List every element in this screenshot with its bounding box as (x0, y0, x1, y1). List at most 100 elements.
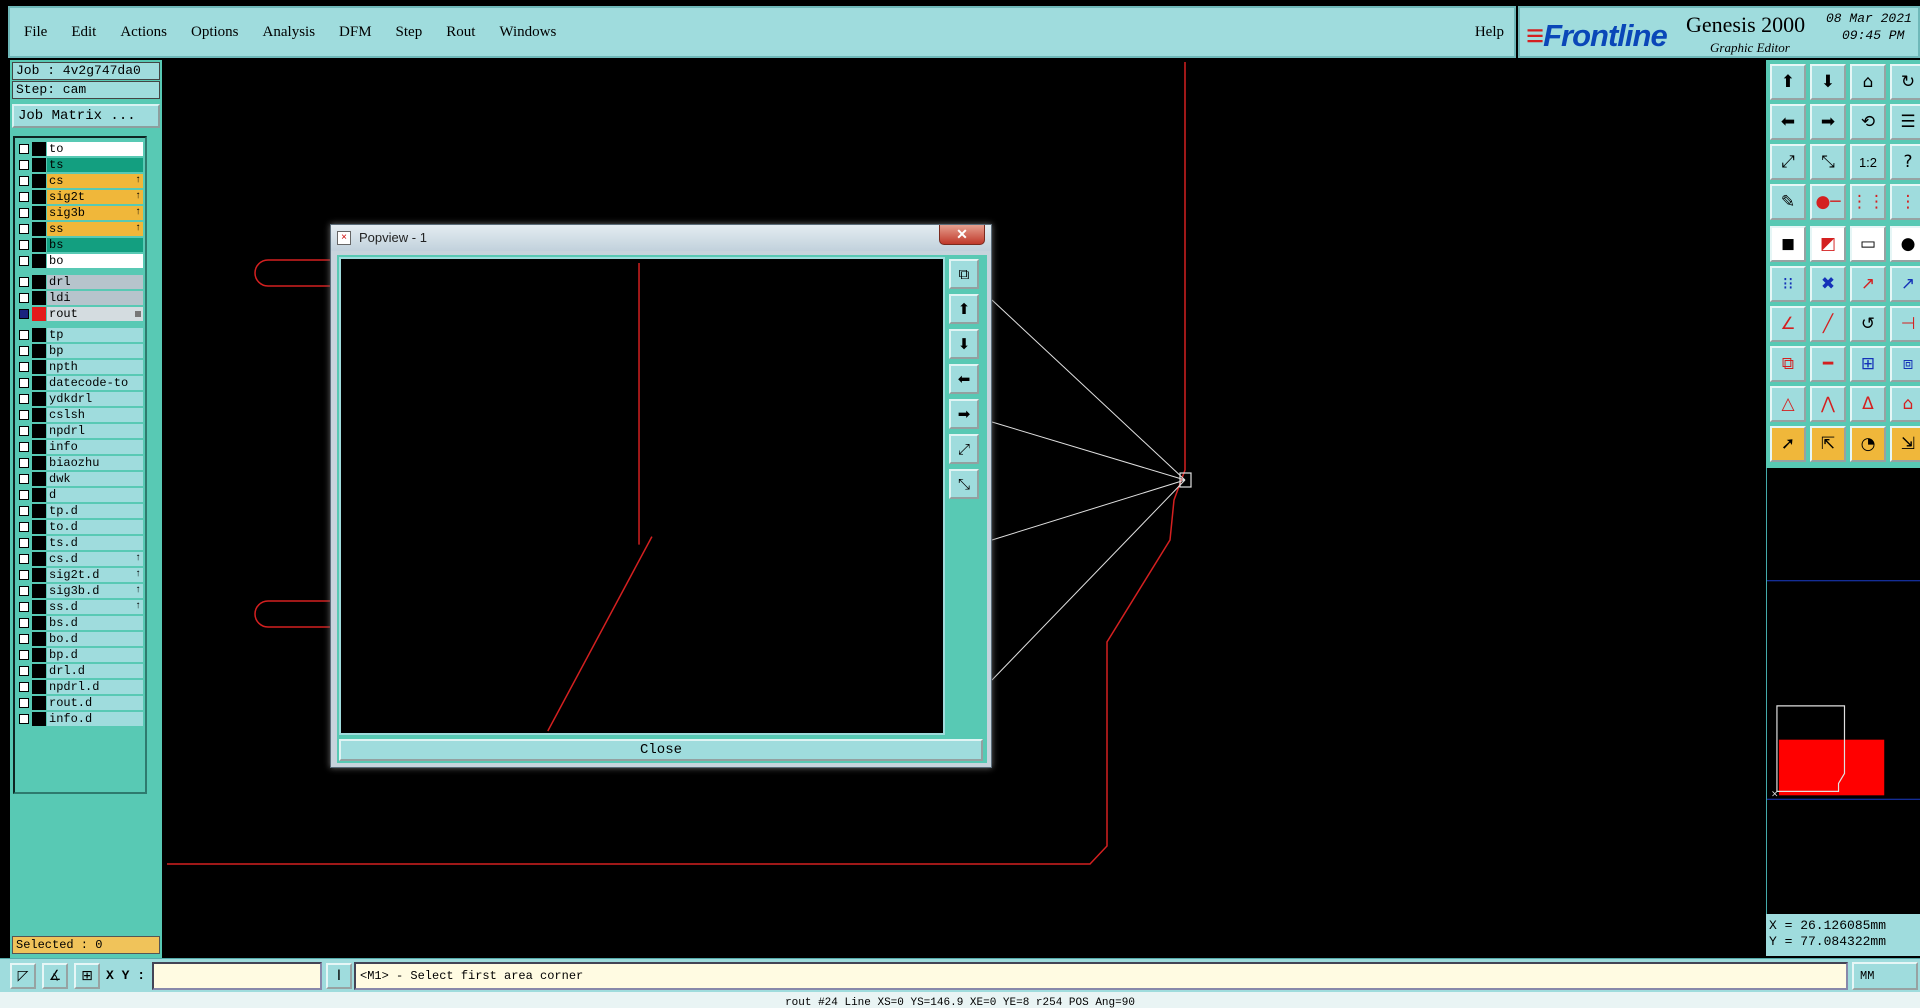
layer-color-swatch[interactable] (32, 158, 46, 172)
layer-name[interactable]: tp (47, 328, 143, 342)
overview-map[interactable]: × (1766, 468, 1920, 914)
move-icon[interactable]: ↗ (1850, 266, 1886, 302)
layer-name[interactable]: info.d (47, 712, 143, 726)
layer-row[interactable]: d (19, 488, 143, 502)
layer-checkbox[interactable] (19, 474, 29, 484)
rotate-icon[interactable]: ⟲ (1850, 104, 1886, 140)
layer-row[interactable]: ldi (19, 291, 143, 305)
peak-icon[interactable]: ⋀ (1810, 386, 1846, 422)
layer-row[interactable]: ts (19, 158, 143, 172)
help-icon[interactable]: ? (1890, 144, 1920, 180)
layer-color-swatch[interactable] (32, 488, 46, 502)
menu-rout[interactable]: Rout (446, 24, 475, 41)
units-selector[interactable]: MM (1852, 962, 1918, 990)
layer-checkbox[interactable] (19, 538, 29, 548)
link-icon[interactable]: ⁝⁝ (1770, 266, 1806, 302)
select-feature-icon[interactable]: ◼ (1770, 226, 1806, 262)
layer-checkbox[interactable] (19, 490, 29, 500)
layer-color-swatch[interactable] (32, 440, 46, 454)
layer-row[interactable]: info.d (19, 712, 143, 726)
layer-color-swatch[interactable] (32, 360, 46, 374)
layer-color-swatch[interactable] (32, 664, 46, 678)
layer-checkbox[interactable] (19, 602, 29, 612)
layer-color-swatch[interactable] (32, 238, 46, 252)
layer-checkbox[interactable] (19, 362, 29, 372)
layer-color-swatch[interactable] (32, 275, 46, 289)
layer-name[interactable]: bo.d (47, 632, 143, 646)
layer-color-swatch[interactable] (32, 291, 46, 305)
layer-row[interactable]: bp.d (19, 648, 143, 662)
layer-row[interactable]: tp.d (19, 504, 143, 518)
layer-name[interactable]: npdrl (47, 424, 143, 438)
menu-help[interactable]: Help (1475, 24, 1504, 41)
line-icon[interactable]: ╱ (1810, 306, 1846, 342)
xy-input[interactable] (152, 962, 322, 990)
popview-close-button[interactable]: Close (339, 739, 983, 761)
layer-name[interactable]: drl (47, 275, 143, 289)
layer-color-swatch[interactable] (32, 648, 46, 662)
layer-name[interactable]: npdrl.d (47, 680, 143, 694)
fill-icon[interactable]: Δ (1850, 386, 1886, 422)
grid-icon[interactable]: ⊞ (74, 963, 100, 989)
pointer-box-icon[interactable]: ⇱ (1810, 426, 1846, 462)
layer-name[interactable]: ldi (47, 291, 143, 305)
layer-row[interactable]: to (19, 142, 143, 156)
layer-row[interactable]: rout.d (19, 696, 143, 710)
layer-row[interactable]: datecode-to (19, 376, 143, 390)
pad-icon[interactable]: ● (1890, 226, 1920, 262)
popview-titlebar[interactable]: × Popview - 1 ✕ (331, 225, 991, 251)
layer-checkbox[interactable] (19, 394, 29, 404)
layer-color-swatch[interactable] (32, 456, 46, 470)
layer-name[interactable]: cs.d ↑ (47, 552, 143, 566)
layer-color-swatch[interactable] (32, 536, 46, 550)
layer-row[interactable]: ss.d ↑ (19, 600, 143, 614)
layer-name[interactable]: ss.d ↑ (47, 600, 143, 614)
cross-icon[interactable]: ✖ (1810, 266, 1846, 302)
layer-checkbox[interactable] (19, 330, 29, 340)
layer-color-swatch[interactable] (32, 584, 46, 598)
layer-checkbox[interactable] (19, 586, 29, 596)
layer-color-swatch[interactable] (32, 254, 46, 268)
pan-down-icon[interactable]: ⬇ (1810, 64, 1846, 100)
net-icon[interactable]: ⋮⋮ (1850, 184, 1886, 220)
route-icon[interactable]: ⋮ (1890, 184, 1920, 220)
layer-color-swatch[interactable] (32, 142, 46, 156)
layer-name[interactable]: rout.d (47, 696, 143, 710)
home-icon[interactable]: ⌂ (1850, 64, 1886, 100)
layer-checkbox[interactable] (19, 160, 29, 170)
layer-color-swatch[interactable] (32, 392, 46, 406)
layer-row[interactable]: npth (19, 360, 143, 374)
align-icon[interactable]: ⊞ (1850, 346, 1886, 382)
layer-row[interactable]: cs ↑ (19, 174, 143, 188)
group-icon[interactable]: ⧈ (1890, 346, 1920, 382)
layer-row[interactable]: biaozhu (19, 456, 143, 470)
layer-row[interactable]: bp (19, 344, 143, 358)
layer-color-swatch[interactable] (32, 190, 46, 204)
layer-color-swatch[interactable] (32, 206, 46, 220)
layer-checkbox[interactable] (19, 458, 29, 468)
cursor-icon[interactable]: I (326, 963, 352, 989)
layer-color-swatch[interactable] (32, 680, 46, 694)
layer-checkbox[interactable] (19, 346, 29, 356)
pan-down-icon[interactable]: ⬇ (949, 329, 979, 359)
menu-options[interactable]: Options (191, 24, 239, 41)
layer-row[interactable]: npdrl.d (19, 680, 143, 694)
layer-row[interactable]: sig3b.d ↑ (19, 584, 143, 598)
layer-color-swatch[interactable] (32, 344, 46, 358)
layer-name[interactable]: bo (47, 254, 143, 268)
layer-color-swatch[interactable] (32, 520, 46, 534)
layer-checkbox[interactable] (19, 293, 29, 303)
layer-checkbox[interactable] (19, 570, 29, 580)
layer-color-swatch[interactable] (32, 600, 46, 614)
menu-dfm[interactable]: DFM (339, 24, 372, 41)
menu-edit[interactable]: Edit (71, 24, 96, 41)
layer-name[interactable]: ydkdrl (47, 392, 143, 406)
layer-row[interactable]: drl (19, 275, 143, 289)
layer-checkbox[interactable] (19, 378, 29, 388)
layer-checkbox[interactable] (19, 634, 29, 644)
layer-row[interactable]: info (19, 440, 143, 454)
layer-row[interactable]: cslsh (19, 408, 143, 422)
snap-icon[interactable]: ●─ (1810, 184, 1846, 220)
layer-name[interactable]: sig3b ↑ (47, 206, 143, 220)
ruler-icon[interactable]: ▭ (1850, 226, 1886, 262)
